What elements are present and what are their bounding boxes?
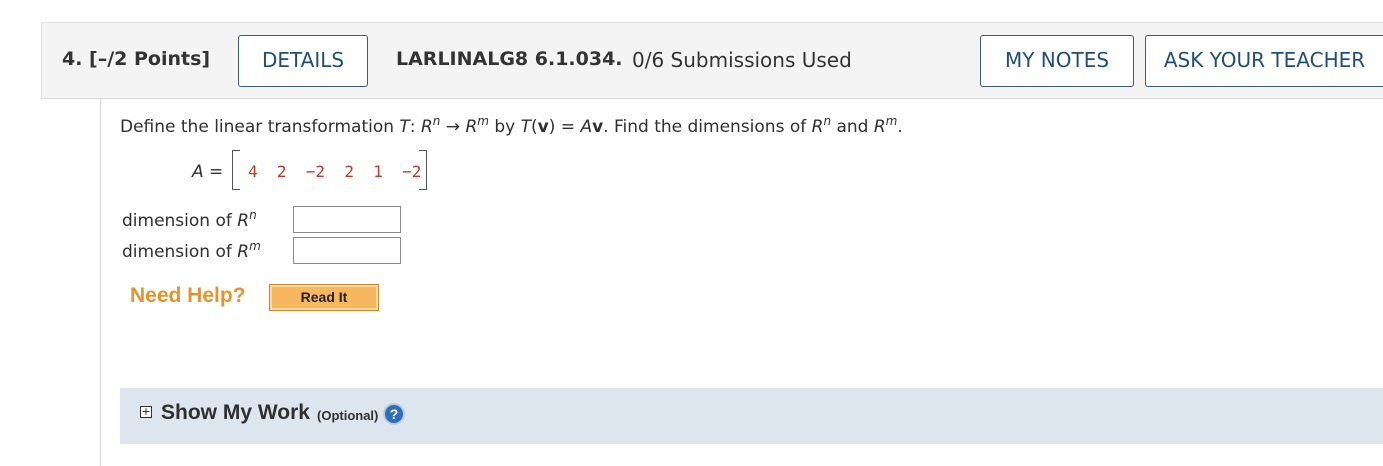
submissions-used: 0/6 Submissions Used (632, 48, 852, 72)
prompt-n: n (432, 114, 441, 128)
expand-plus-icon[interactable]: + (140, 406, 152, 418)
dim-R: R (237, 242, 250, 262)
prompt-v: v (537, 117, 549, 137)
need-help-label: Need Help? (130, 284, 246, 307)
question-number-points: 4. [–/2 Points] (62, 48, 211, 70)
prompt-R: R (420, 117, 433, 137)
dim-n: n (249, 208, 257, 222)
matrix-right-bracket (419, 150, 427, 190)
details-button[interactable]: DETAILS (238, 35, 368, 87)
prompt-text: . Find the dimensions of (603, 117, 812, 137)
problem-statement: Define the linear transformation T: Rn →… (120, 114, 903, 137)
prompt-by: by (488, 117, 521, 137)
prompt-R: R (811, 117, 824, 137)
dimension-rn-label: dimension of Rn (122, 208, 257, 231)
show-my-work-label[interactable]: Show My Work (161, 401, 310, 425)
my-notes-button[interactable]: MY NOTES (980, 35, 1134, 87)
prompt-v: v (592, 117, 604, 137)
problem-code: LARLINALG8 6.1.034. (396, 48, 623, 70)
prompt-T: T (399, 117, 410, 137)
prompt-R: R (465, 117, 478, 137)
dimension-rm-label: dimension of Rm (122, 239, 261, 262)
left-divider (100, 99, 101, 466)
prompt-period: . (897, 117, 903, 137)
prompt-arrow: → (440, 117, 466, 137)
dim-R: R (237, 211, 250, 231)
prompt-R: R (873, 117, 886, 137)
prompt-n: n (823, 114, 832, 128)
dim-label-text: dimension of (122, 242, 238, 262)
prompt-A: A (580, 117, 593, 137)
prompt-T: T (520, 117, 532, 137)
dimension-rm-input[interactable] (293, 237, 401, 264)
dim-m: m (249, 239, 261, 253)
matrix-row: 4 2 −2 2 1 −2 (248, 162, 422, 181)
ask-your-teacher-button[interactable]: ASK YOUR TEACHER (1145, 35, 1383, 87)
prompt-paren: ) = (548, 117, 581, 137)
matrix-label: A = (192, 162, 224, 182)
optional-label: (Optional) (317, 408, 379, 423)
dim-label-text: dimension of (122, 211, 238, 231)
prompt-and: and (831, 117, 874, 137)
prompt-m: m (477, 114, 489, 128)
dimension-rn-input[interactable] (293, 206, 401, 233)
prompt-m: m (885, 114, 898, 128)
prompt-colon: : (409, 117, 421, 137)
prompt-text: Define the linear transformation (120, 117, 400, 137)
prompt-paren: ( (531, 117, 538, 137)
matrix-left-bracket (232, 150, 240, 190)
read-it-button[interactable]: Read It (269, 284, 379, 311)
help-question-icon[interactable]: ? (383, 403, 405, 425)
